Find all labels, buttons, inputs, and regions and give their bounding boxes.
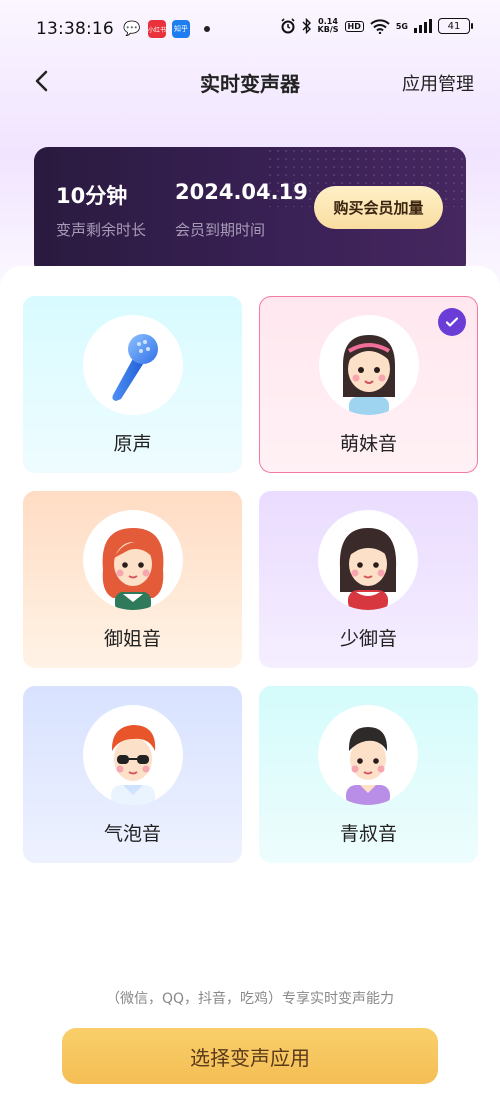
voice-label: 青叔音 xyxy=(339,823,397,845)
bluetooth-icon xyxy=(302,18,311,34)
expire-date-value: 2024.04.19 xyxy=(175,180,308,204)
buy-membership-button[interactable]: 购买会员加量 xyxy=(314,186,443,229)
young-woman-avatar xyxy=(318,510,418,610)
cute-girl-avatar xyxy=(319,315,419,415)
voice-card-young-woman[interactable]: 少御音 xyxy=(259,491,478,668)
voice-label: 萌妹音 xyxy=(339,433,397,455)
notification-icons: 💬 小红书 知乎 xyxy=(122,20,210,38)
voice-card-cute-girl[interactable]: 萌妹音 xyxy=(259,296,478,473)
mature-woman-avatar xyxy=(83,510,183,610)
xiaohongshu-icon: 小红书 xyxy=(148,20,166,38)
microphone-icon xyxy=(83,315,183,415)
membership-card: 10分钟 变声剩余时长 2024.04.19 会员到期时间 购买会员加量 xyxy=(34,147,466,277)
select-voice-app-button[interactable]: 选择变声应用 xyxy=(62,1028,438,1084)
cool-boy-avatar xyxy=(83,705,183,805)
voice-card-original[interactable]: 原声 xyxy=(23,296,242,473)
wifi-icon xyxy=(370,18,390,34)
selected-check-icon xyxy=(438,308,466,336)
status-bar: 13:38:16 💬 小红书 知乎 0.14 KB/S HD 5G 41 xyxy=(0,0,500,60)
voice-card-mature-woman[interactable]: 御姐音 xyxy=(23,491,242,668)
status-time: 13:38:16 xyxy=(36,19,114,39)
network-speed: 0.14 KB/S xyxy=(318,18,339,34)
wechat-icon: 💬 xyxy=(123,21,141,37)
signal-icon xyxy=(414,19,432,33)
battery-icon: 41 xyxy=(438,18,473,34)
voice-label: 原声 xyxy=(113,433,152,455)
voice-label: 少御音 xyxy=(339,628,397,650)
network-type: 5G xyxy=(395,21,408,31)
voice-card-young-man[interactable]: 青叔音 xyxy=(259,686,478,863)
zhihu-icon: 知乎 xyxy=(172,20,190,38)
speed-unit: KB/S xyxy=(317,25,339,34)
voice-label: 御姐音 xyxy=(103,628,161,650)
expire-date-label: 会员到期时间 xyxy=(175,221,266,239)
top-nav-bar: 实时变声器 应用管理 xyxy=(0,58,500,104)
hd-badge: HD xyxy=(344,20,364,32)
alarm-icon xyxy=(280,18,295,34)
battery-level: 41 xyxy=(447,20,461,32)
system-icons: 0.14 KB/S HD 5G 41 xyxy=(280,18,473,34)
remaining-time-value: 10分钟 xyxy=(56,184,128,208)
more-notifications-dot xyxy=(204,26,210,32)
remaining-time-label: 变声剩余时长 xyxy=(56,221,147,239)
voice-card-cool-boy[interactable]: 气泡音 xyxy=(23,686,242,863)
young-man-avatar xyxy=(318,705,418,805)
supported-apps-hint: （微信，QQ，抖音，吃鸡）专享实时变声能力 xyxy=(105,991,395,1007)
voice-label: 气泡音 xyxy=(103,823,161,845)
app-management-button[interactable]: 应用管理 xyxy=(402,70,474,96)
